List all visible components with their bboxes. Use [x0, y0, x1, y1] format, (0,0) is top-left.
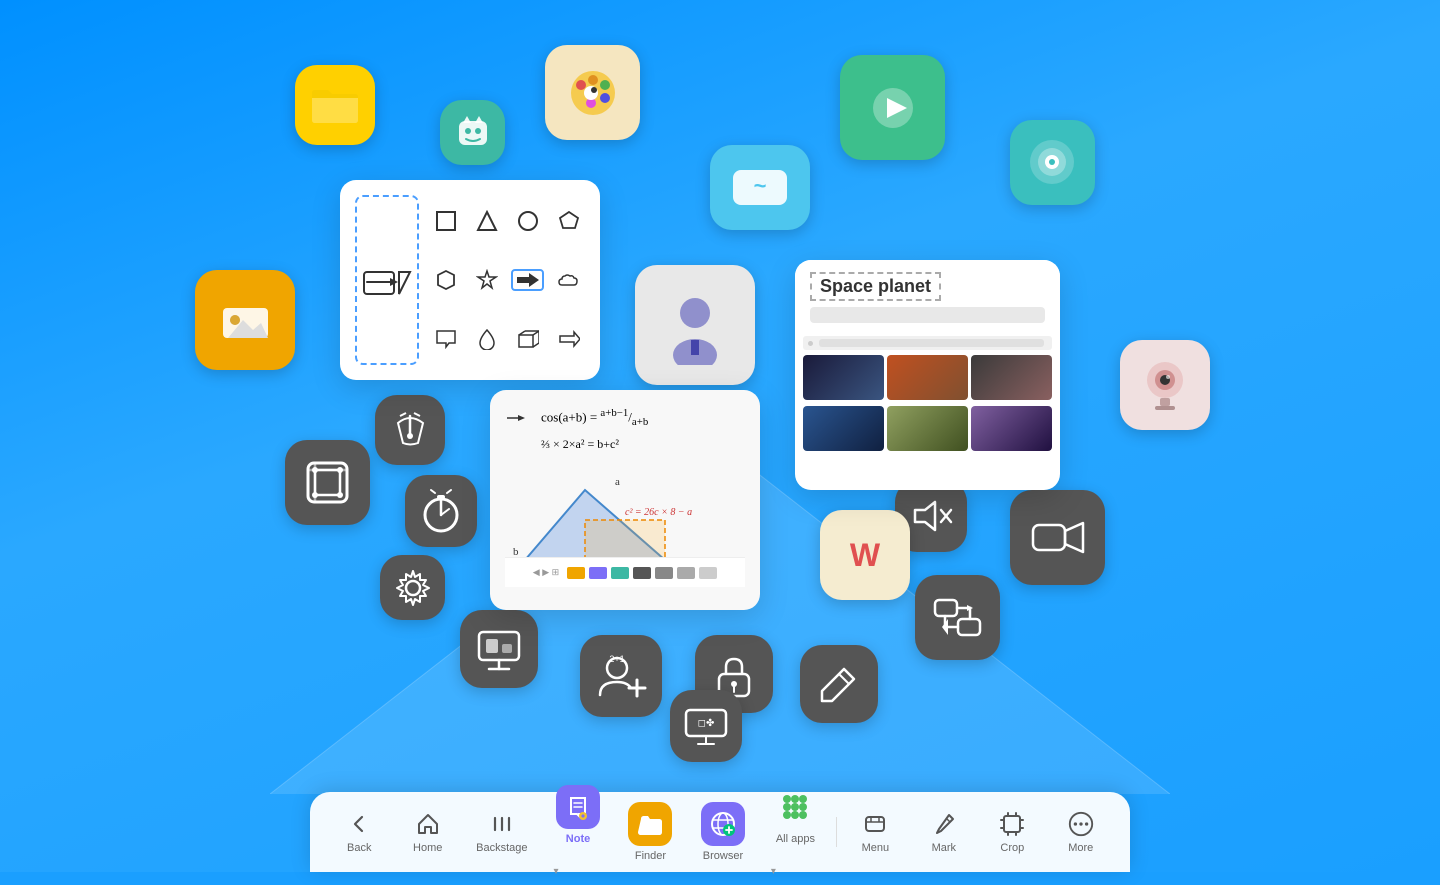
shapes-card: [340, 180, 600, 380]
app-icon-user[interactable]: [635, 265, 755, 385]
math-line2: ⅔ × 2×a² = b+c²: [541, 435, 745, 454]
taskbar-note-label: Note: [566, 833, 590, 845]
note-icon: [556, 785, 600, 829]
space-planet-card: Space planet: [795, 260, 1060, 490]
taskbar-browser-button[interactable]: Browser: [691, 796, 755, 868]
home-icon: [414, 810, 442, 838]
shape-circle[interactable]: [511, 210, 544, 232]
app-icon-videocam[interactable]: [1010, 490, 1105, 585]
shape-star[interactable]: [470, 269, 503, 291]
app-icon-stopwatch[interactable]: [405, 475, 477, 547]
shape-3d-box[interactable]: [511, 329, 544, 349]
svg-text:2+1: 2+1: [609, 654, 624, 664]
taskbar-mark-button[interactable]: Mark: [914, 804, 974, 860]
app-icon-swap[interactable]: [915, 575, 1000, 660]
taskbar-finder-label: Finder: [635, 850, 666, 862]
app-icon-crop-float[interactable]: [285, 440, 370, 525]
svg-text:~: ~: [754, 173, 767, 198]
app-icon-play[interactable]: [840, 55, 945, 160]
shape-pentagon[interactable]: [552, 210, 585, 232]
space-image-grid: [803, 355, 1052, 451]
back-icon: [345, 810, 373, 838]
app-icon-presentation[interactable]: [460, 610, 538, 688]
svg-text:a: a: [615, 476, 620, 488]
taskbar-note-button[interactable]: Note ▾: [546, 779, 610, 885]
taskbar-crop-button[interactable]: Crop: [982, 804, 1042, 860]
app-icon-edit[interactable]: [800, 645, 878, 723]
taskbar-home-button[interactable]: Home: [398, 804, 458, 860]
svg-text:◻✤: ◻✤: [698, 718, 715, 729]
app-icon-add-user[interactable]: 2+1: [580, 635, 662, 717]
shape-hexagon[interactable]: [429, 269, 462, 291]
shape-drop[interactable]: [470, 328, 503, 350]
taskbar-more-label: More: [1068, 842, 1093, 854]
finder-icon: [628, 802, 672, 846]
shape-arrow-triangle[interactable]: [552, 330, 585, 348]
app-icon-robot[interactable]: [440, 100, 505, 165]
app-icon-webcam[interactable]: [1120, 340, 1210, 430]
shape-speech-bubble[interactable]: [429, 329, 462, 349]
more-icon: [1067, 810, 1095, 838]
svg-text:c² = 26c × 8 − a: c² = 26c × 8 − a: [625, 507, 692, 518]
space-card-title: Space planet: [810, 272, 941, 301]
mark-icon: [930, 810, 958, 838]
app-icon-tilde-chat[interactable]: ~: [710, 145, 810, 230]
taskbar: Back Home Backstage N: [310, 792, 1130, 872]
allapps-icon: [773, 785, 817, 829]
taskbar-menu-label: Menu: [862, 842, 890, 854]
app-icon-palette[interactable]: [545, 45, 640, 140]
browser-bar: [803, 336, 1052, 350]
note-chevron[interactable]: ▾: [548, 863, 564, 879]
taskbar-home-label: Home: [413, 842, 442, 854]
taskbar-crop-label: Crop: [1000, 842, 1024, 854]
space-search-bar: [810, 307, 1045, 323]
taskbar-back-button[interactable]: Back: [329, 804, 389, 860]
crop-icon-taskbar: [998, 810, 1026, 838]
app-icon-timer[interactable]: [375, 395, 445, 465]
browser-icon: [701, 802, 745, 846]
taskbar-backstage-label: Backstage: [476, 842, 527, 854]
app-icon-folder[interactable]: [295, 65, 375, 145]
shape-arrow-filled[interactable]: [511, 269, 544, 291]
taskbar-divider-1: [836, 817, 837, 847]
menu-icon: [861, 810, 889, 838]
app-icon-settings[interactable]: [380, 555, 445, 620]
taskbar-menu-button[interactable]: Menu: [845, 804, 905, 860]
app-icon-screen[interactable]: ◻✤: [670, 690, 742, 762]
taskbar-more-button[interactable]: More: [1051, 804, 1111, 860]
svg-text:W: W: [850, 537, 881, 573]
app-icon-gallery[interactable]: [195, 270, 295, 370]
backstage-icon: [488, 810, 516, 838]
taskbar-backstage-button[interactable]: Backstage: [466, 804, 537, 860]
app-icon-wps[interactable]: W: [820, 510, 910, 600]
taskbar-browser-label: Browser: [703, 850, 743, 862]
math-toolbar: ◀ ▶ ⊞: [505, 557, 745, 587]
shape-square[interactable]: [429, 210, 462, 232]
math-line1: cos(a+b) = a+b−1/a+b: [541, 405, 648, 431]
taskbar-allapps-label: All apps: [776, 833, 815, 845]
taskbar-allapps-button[interactable]: All apps ▾: [763, 779, 827, 885]
shape-triangle[interactable]: [470, 210, 503, 232]
math-card: cos(a+b) = a+b−1/a+b ⅔ × 2×a² = b+c² b a…: [490, 390, 760, 610]
taskbar-back-label: Back: [347, 842, 371, 854]
taskbar-mark-label: Mark: [932, 842, 956, 854]
app-icon-camera-circle[interactable]: [1010, 120, 1095, 205]
shape-cloud[interactable]: [552, 271, 585, 289]
taskbar-finder-button[interactable]: Finder: [618, 796, 682, 868]
allapps-chevron[interactable]: ▾: [765, 863, 781, 879]
